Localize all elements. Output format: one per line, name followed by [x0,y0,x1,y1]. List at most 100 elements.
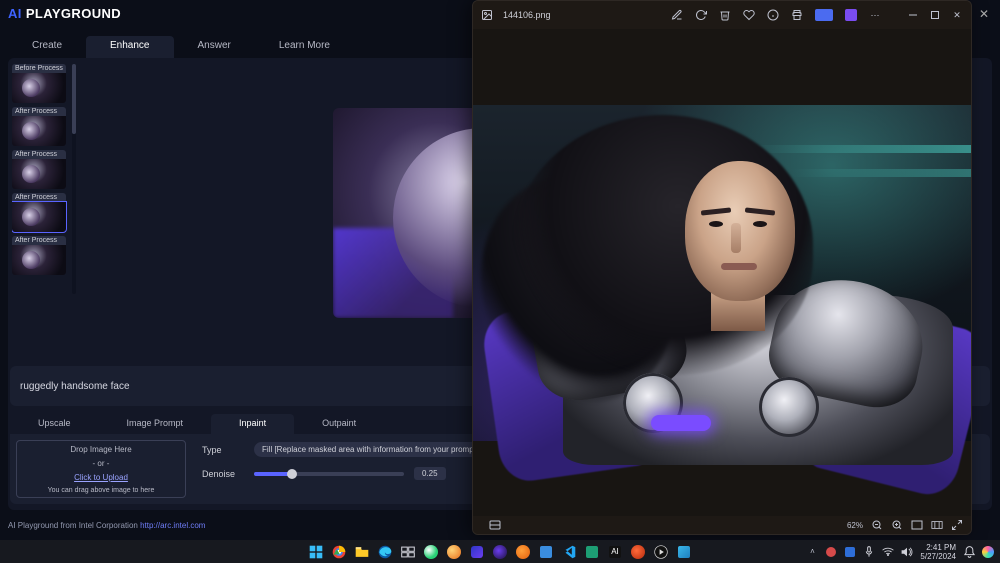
taskbar-app[interactable] [583,543,601,561]
mic-icon[interactable] [863,546,875,558]
tab-enhance[interactable]: Enhance [86,36,173,58]
tab-create[interactable]: Create [8,36,86,58]
preview-accent [333,228,453,318]
subtab-imageprompt[interactable]: Image Prompt [99,414,212,434]
credit-text: AI Playground from Intel Corporation [8,521,140,530]
clipchamp-badge[interactable] [845,9,857,21]
viewer-statusbar: 62% [473,516,971,534]
taskbar-clock[interactable]: 2:41 PM 5/27/2024 [920,543,956,561]
taskbar-app[interactable]: AI [606,543,624,561]
drop-upload-link[interactable]: Click to Upload [74,473,128,482]
fullscreen-icon[interactable] [951,519,963,531]
thumbnail-item[interactable]: After Process [12,107,66,146]
thumbnail-column: Before Process After Process After Proce… [12,64,70,294]
type-fill-pill[interactable]: Fill [Replace masked area with informati… [254,442,486,457]
print-icon[interactable] [791,9,803,21]
delete-icon[interactable] [719,9,731,21]
heart-icon[interactable] [743,9,755,21]
image-dropzone[interactable]: Drop Image Here - or - Click to Upload Y… [16,440,186,498]
wifi-icon[interactable] [882,546,894,558]
tray-chevron-icon[interactable]: ˄ [806,546,818,558]
brand-rest: PLAYGROUND [22,6,121,21]
window-buttons: ✕ [907,9,963,21]
tray-app-icon[interactable] [825,546,837,558]
drop-or: - or - [93,459,110,468]
taskbar-center: AI [307,543,693,561]
minimize-icon[interactable] [907,9,919,21]
zoom-in-icon[interactable] [891,519,903,531]
main-tabs: Create Enhance Answer Learn More [8,36,354,58]
edge-icon[interactable] [376,543,394,561]
credit-link[interactable]: http://arc.intel.com [140,521,205,530]
art-glow [651,415,711,431]
taskbar-app[interactable] [445,543,463,561]
subtab-inpaint[interactable]: Inpaint [211,414,294,434]
explorer-icon[interactable] [353,543,371,561]
viewer-title-left: 144106.png [481,9,551,21]
thumbnail-item[interactable]: After Process [12,236,66,275]
vscode-icon[interactable] [560,543,578,561]
windows-taskbar: AI ˄ 2:41 PM 5/27/2024 [0,540,1000,563]
art-disc [759,377,819,437]
onedrive-badge[interactable] [815,9,833,21]
enhance-subtabs: Upscale Image Prompt Inpaint Outpaint [10,414,384,434]
copilot-icon[interactable] [982,546,994,558]
maximize-icon[interactable] [929,9,941,21]
subtab-upscale[interactable]: Upscale [10,414,99,434]
start-icon[interactable] [307,543,325,561]
filmstrip-icon[interactable] [489,519,501,531]
denoise-value: 0.25 [414,467,446,480]
rotate-icon[interactable] [695,9,707,21]
blender-icon[interactable] [514,543,532,561]
taskview-icon[interactable] [399,543,417,561]
thumbnail-image [12,159,66,189]
davinci-icon[interactable] [491,543,509,561]
art-mouth [721,263,757,270]
taskbar-app[interactable] [468,543,486,561]
viewer-titlebar: 144106.png ⋯ ✕ [473,1,971,29]
thumbnail-scrollbar[interactable] [72,64,76,294]
photos-icon[interactable] [675,543,693,561]
bg-beam [791,169,971,177]
tab-answer[interactable]: Answer [174,36,255,58]
chrome-icon[interactable] [330,543,348,561]
viewer-toolbar: ⋯ ✕ [671,9,963,21]
clock-date: 5/27/2024 [920,552,956,561]
edit-icon[interactable] [671,9,683,21]
actual-size-icon[interactable] [931,519,943,531]
clock-time: 2:41 PM [920,543,956,552]
media-icon[interactable] [652,543,670,561]
thumbnail-image [12,116,66,146]
denoise-slider-thumb[interactable] [287,469,297,479]
taskbar-app[interactable] [629,543,647,561]
taskbar-app[interactable] [422,543,440,561]
thumbnail-image [12,73,66,103]
viewer-canvas[interactable] [473,29,971,516]
zoom-out-icon[interactable] [871,519,883,531]
subtab-outpaint[interactable]: Outpaint [294,414,384,434]
prompt-text: ruggedly handsome face [20,381,130,392]
portrait-art [473,105,971,441]
footer-credit: AI Playground from Intel Corporation htt… [8,521,205,530]
thumbnail-item[interactable]: Before Process [12,64,66,103]
tray-app-icon[interactable] [844,546,856,558]
fit-icon[interactable] [911,519,923,531]
art-eye [709,221,723,227]
denoise-slider[interactable] [254,472,404,476]
type-label: Type [202,445,244,455]
art-nose [731,223,741,253]
viewer-filename: 144106.png [503,10,551,20]
info-icon[interactable] [767,9,779,21]
image-viewer-window: 144106.png ⋯ ✕ [472,0,972,535]
more-icon[interactable]: ⋯ [869,9,881,21]
window-close-icon[interactable]: ✕ [951,9,963,21]
volume-icon[interactable] [901,546,913,558]
close-icon[interactable]: ✕ [976,6,992,22]
notifications-icon[interactable] [963,546,975,558]
thumbnail-image [12,202,66,232]
image-icon [481,9,493,21]
thumbnail-item[interactable]: After Process [12,193,66,232]
tab-learnmore[interactable]: Learn More [255,36,354,58]
taskbar-app[interactable] [537,543,555,561]
thumbnail-item[interactable]: After Process [12,150,66,189]
